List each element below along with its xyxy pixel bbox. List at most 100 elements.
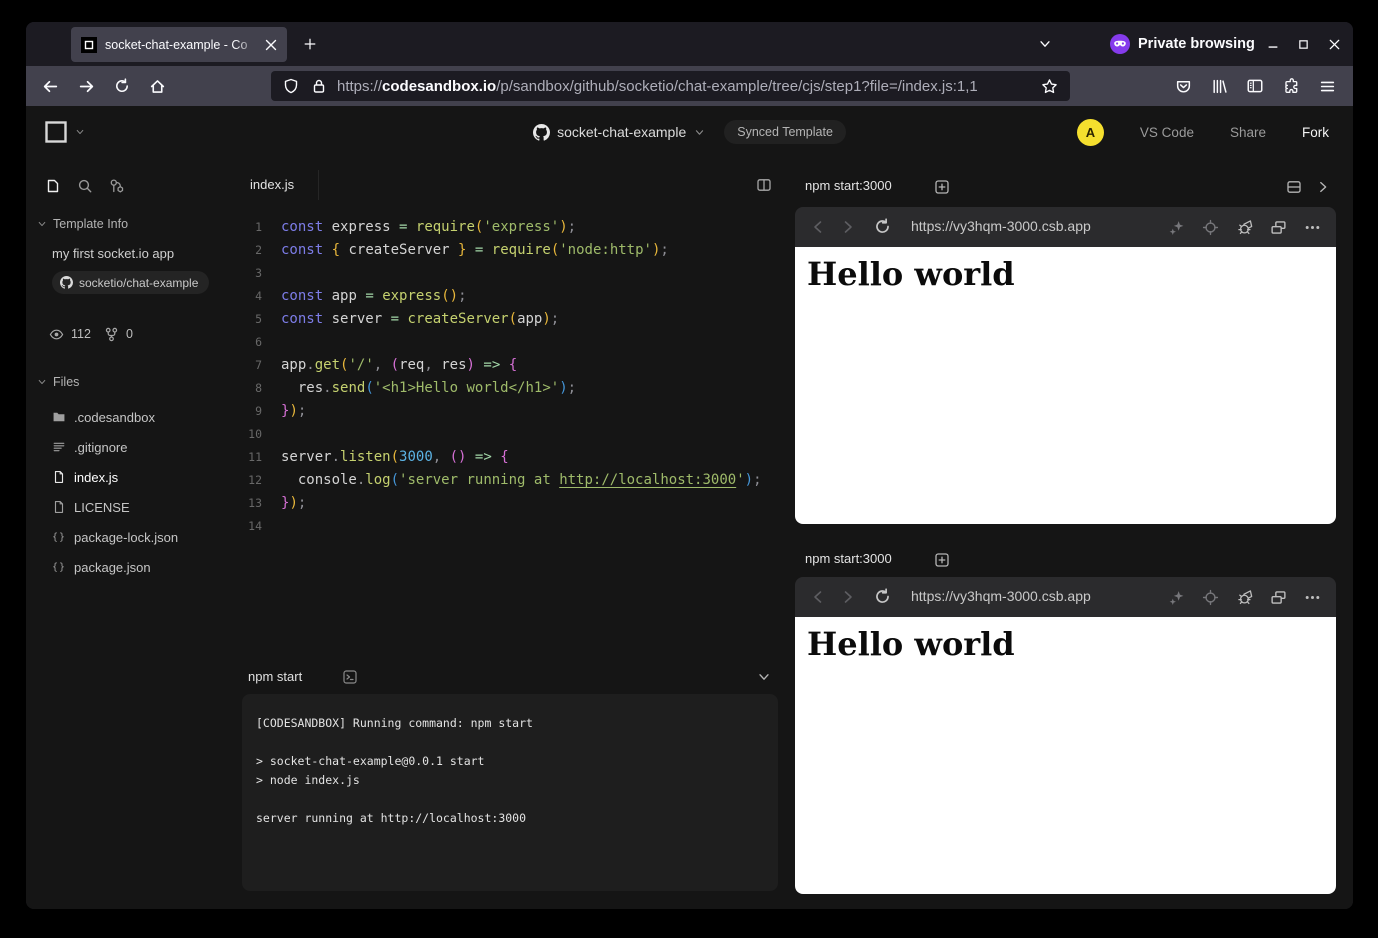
more-options-icon[interactable]	[1304, 219, 1321, 236]
vscode-button[interactable]: VS Code	[1140, 125, 1194, 140]
template-info-section-header[interactable]: Template Info	[26, 214, 240, 234]
browser-toolbar: https://codesandbox.io/p/sandbox/github/…	[26, 66, 1353, 106]
editor-column: index.js 1const express = require('expre…	[240, 158, 790, 909]
preview-tabrow-bottom: npm start:3000	[795, 543, 1336, 577]
extensions-button[interactable]	[1273, 72, 1309, 100]
firefox-window: socket-chat-example - Co Private browsin…	[26, 22, 1353, 909]
preview-back-icon[interactable]	[810, 219, 826, 235]
sidebar: Template Info my first socket.io app soc…	[26, 158, 240, 909]
split-preview-icon[interactable]	[1286, 179, 1302, 195]
home-button[interactable]	[143, 72, 171, 100]
pocket-button[interactable]	[1165, 72, 1201, 100]
devtools-tab-icon[interactable]	[109, 178, 125, 194]
ai-sparkle-icon[interactable]	[1168, 219, 1185, 236]
maximize-button[interactable]	[1288, 22, 1319, 66]
explorer-tab-icon[interactable]	[45, 178, 61, 194]
file-icon	[52, 470, 66, 484]
inspect-target-icon[interactable]	[1202, 589, 1219, 606]
terminal-line: server running at http://localhost:3000	[256, 809, 778, 828]
window-controls	[1257, 22, 1353, 66]
preview-reload-icon[interactable]	[874, 218, 891, 235]
editor-tabbar: index.js	[240, 166, 790, 204]
back-button[interactable]	[36, 72, 64, 100]
search-tab-icon[interactable]	[77, 178, 93, 194]
split-editor-icon[interactable]	[756, 177, 772, 193]
terminal-output[interactable]: [CODESANDBOX] Running command: npm start…	[242, 694, 778, 891]
project-name[interactable]: socket-chat-example	[557, 124, 686, 140]
sidebars-button[interactable]	[1237, 72, 1273, 100]
bookmark-star-icon[interactable]	[1041, 78, 1058, 95]
terminal-icon[interactable]	[342, 669, 358, 685]
terminal-line: > node index.js	[256, 771, 778, 790]
file-icon	[52, 500, 66, 514]
braces-icon: {}	[52, 530, 66, 544]
preview-reload-icon[interactable]	[874, 588, 891, 605]
line-number: 7	[240, 354, 262, 377]
avatar[interactable]: A	[1077, 119, 1104, 146]
tab-close-icon[interactable]	[263, 37, 279, 53]
minimize-button[interactable]	[1257, 22, 1288, 66]
csb-header: socket-chat-example Synced Template A VS…	[26, 106, 1353, 158]
reload-button[interactable]	[108, 72, 136, 100]
github-icon	[60, 276, 73, 289]
fork-button[interactable]: Fork	[1302, 125, 1329, 140]
file-row-package.json[interactable]: {}package.json	[26, 552, 240, 582]
tracking-protection-icon[interactable]	[283, 78, 299, 94]
terminal-tab-label[interactable]: npm start	[248, 669, 302, 684]
preview-tab-label[interactable]: npm start:3000	[805, 551, 892, 566]
lock-icon[interactable]	[311, 78, 327, 94]
add-preview-icon[interactable]	[934, 552, 950, 568]
more-options-icon[interactable]	[1304, 589, 1321, 606]
file-row-.gitignore[interactable]: .gitignore	[26, 432, 240, 462]
editor-tab-indexjs[interactable]: index.js	[250, 177, 294, 192]
open-new-window-icon[interactable]	[1270, 219, 1287, 236]
line-number: 10	[240, 423, 262, 446]
preview-toolbar: https://vy3hqm-3000.csb.app	[795, 207, 1336, 247]
terminal-line	[256, 733, 778, 752]
file-row-package-lock.json[interactable]: {} package-lock.json	[26, 522, 240, 552]
ai-sparkle-icon[interactable]	[1168, 589, 1185, 606]
preview-pane-top: https://vy3hqm-3000.csb.app Hello world	[795, 207, 1336, 524]
tab-separator	[318, 170, 319, 200]
collapse-terminal-icon[interactable]	[757, 670, 771, 684]
collapse-panel-icon[interactable]	[1316, 180, 1330, 194]
app-menu-button[interactable]	[1309, 72, 1345, 100]
new-tab-button[interactable]	[296, 30, 324, 58]
toolbar-right-icons	[1165, 72, 1345, 100]
file-name: package.json	[74, 560, 151, 575]
browser-tabstrip: socket-chat-example - Co Private browsin…	[26, 22, 1353, 66]
share-button[interactable]: Share	[1230, 125, 1266, 140]
file-row-LICENSE[interactable]: LICENSE	[26, 492, 240, 522]
inspect-target-icon[interactable]	[1202, 219, 1219, 236]
code-editor[interactable]: 1const express = require('express');2con…	[240, 216, 790, 538]
url-scheme: https://	[337, 78, 382, 95]
preview-tab-label[interactable]: npm start:3000	[805, 178, 892, 193]
library-button[interactable]	[1201, 72, 1237, 100]
puzzle-icon	[1283, 78, 1300, 95]
file-row-.codesandbox[interactable]: .codesandbox	[26, 402, 240, 432]
add-preview-icon[interactable]	[934, 179, 950, 195]
code-line-8: 8 res.send('<h1>Hello world</h1>');	[240, 377, 790, 400]
close-window-button[interactable]	[1319, 22, 1350, 66]
preview-forward-icon[interactable]	[840, 219, 856, 235]
list-tabs-button[interactable]	[1031, 30, 1059, 58]
code-line-12: 12 console.log('server running at http:/…	[240, 469, 790, 492]
debug-bug-icon[interactable]	[1237, 219, 1254, 236]
url-bar[interactable]: https://codesandbox.io/p/sandbox/github/…	[271, 71, 1070, 101]
code-line-7: 7app.get('/', (req, res) => {	[240, 354, 790, 377]
url-text[interactable]: https://codesandbox.io/p/sandbox/github/…	[337, 78, 1033, 95]
preview-forward-icon[interactable]	[840, 589, 856, 605]
preview-back-icon[interactable]	[810, 589, 826, 605]
chevron-down-icon[interactable]	[694, 127, 705, 138]
open-new-window-icon[interactable]	[1270, 589, 1287, 606]
files-section-header[interactable]: Files	[26, 372, 240, 392]
repo-pill[interactable]: socketio/chat-example	[52, 271, 209, 294]
preview-url[interactable]: https://vy3hqm-3000.csb.app	[911, 588, 1091, 604]
file-row-index.js[interactable]: index.js	[26, 462, 240, 492]
debug-bug-icon[interactable]	[1237, 589, 1254, 606]
file-name: package-lock.json	[74, 530, 178, 545]
browser-tab[interactable]: socket-chat-example - Co	[71, 27, 287, 62]
forward-button[interactable]	[72, 72, 100, 100]
preview-url[interactable]: https://vy3hqm-3000.csb.app	[911, 218, 1091, 234]
tab-title: socket-chat-example - Co	[105, 38, 263, 52]
